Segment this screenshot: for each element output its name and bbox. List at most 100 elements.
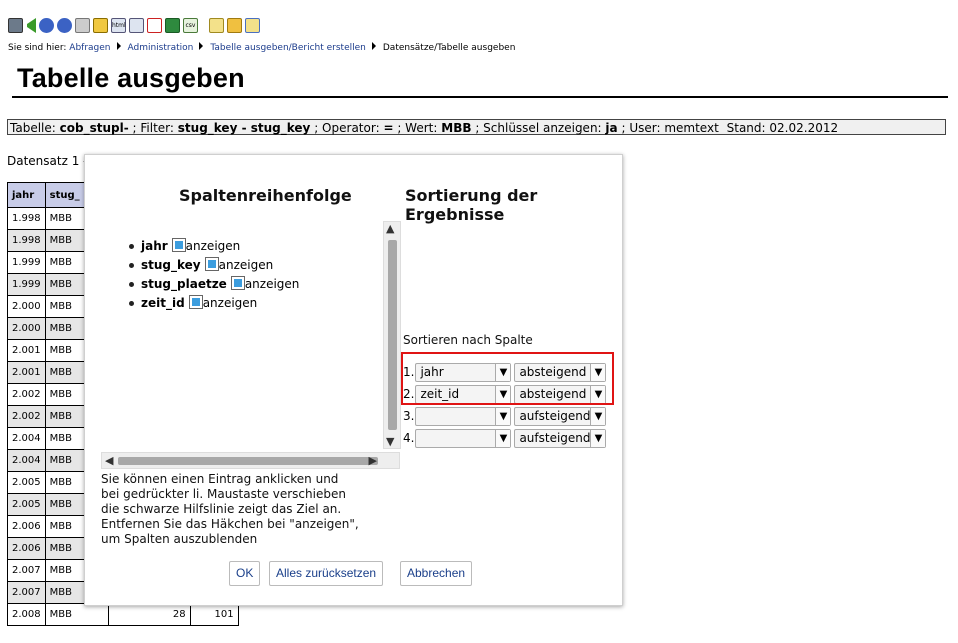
table-cell: 2.006 — [7, 537, 46, 560]
help-line: bei gedrückter li. Maustaste verschieben — [101, 487, 346, 501]
column-list-item[interactable]: stug_key anzeigen — [129, 256, 299, 275]
show-checkbox[interactable] — [171, 238, 186, 252]
table-cell: 2.000 — [7, 295, 46, 318]
table-cell: 2.004 — [7, 427, 46, 450]
sort-direction-select[interactable]: aufsteigend ▼ — [514, 406, 607, 426]
breadcrumb-link-abfragen[interactable]: Abfragen — [69, 43, 110, 53]
table-cell: 101 — [189, 603, 239, 626]
sort-title: Sortierung der Ergebnisse — [405, 186, 538, 224]
table-icon[interactable] — [93, 18, 108, 33]
record-range-label: Datensatz 1 - — [7, 154, 88, 168]
show-checkbox[interactable] — [204, 257, 219, 271]
ok-button[interactable]: OK — [229, 561, 261, 586]
sort-index: 3. — [403, 409, 415, 423]
info-value-value: MBB — [441, 121, 472, 135]
help-text: Sie können einen Eintrag anklicken und b… — [101, 472, 359, 547]
sort-row: 3. ▼ aufsteigend ▼ — [403, 406, 607, 426]
info-operator-label: ; Operator: — [314, 121, 380, 135]
column-list-item[interactable]: zeit_id anzeigen — [129, 294, 299, 313]
sort-column-select[interactable]: ▼ — [415, 406, 512, 426]
show-checkbox[interactable] — [230, 276, 245, 290]
table-cell: 2.006 — [7, 515, 46, 538]
csv-icon[interactable]: csv — [183, 18, 198, 33]
table-cell: 1.998 — [7, 207, 46, 230]
table-cell: 2.005 — [7, 493, 46, 516]
breadcrumb: Sie sind hier: Abfragen Administration Tab… — [8, 42, 515, 53]
help-line: um Spalten auszublenden — [101, 532, 258, 546]
table-cell: 28 — [107, 603, 191, 626]
column-order-list: jahr anzeigen stug_key anzeigen stug_plaetze… — [101, 223, 401, 469]
breadcrumb-arrow-icon — [371, 42, 376, 50]
sort-direction-select[interactable]: aufsteigend ▼ — [514, 428, 607, 448]
scroll-right-icon[interactable]: ▶ — [369, 454, 377, 467]
column-name: zeit_id — [141, 296, 185, 310]
table-cell: MBB — [44, 603, 109, 626]
bullet-icon — [129, 263, 134, 268]
column-list-item[interactable]: stug_plaetze anzeigen — [129, 275, 299, 294]
open-folder-icon[interactable] — [227, 18, 242, 33]
show-label: anzeigen — [218, 258, 274, 272]
column-name: jahr — [141, 239, 168, 253]
breadcrumb-link-administration[interactable]: Administration — [128, 43, 194, 53]
column-name: stug_plaetze — [141, 277, 227, 291]
breadcrumb-prefix: Sie sind hier: — [8, 43, 67, 53]
sort-direction-value: aufsteigend — [519, 430, 591, 445]
bullet-icon — [129, 244, 134, 249]
sort-by-label: Sortieren nach Spalte — [403, 333, 533, 347]
horizontal-scrollbar[interactable]: ◀ ▶ — [101, 452, 400, 469]
table-cell: 2.007 — [7, 559, 46, 582]
html-icon[interactable]: html — [111, 18, 126, 33]
info-table-value: cob_stupl- — [59, 121, 129, 135]
breadcrumb-link-tabelle-ausgeben[interactable]: Tabelle ausgeben/Bericht erstellen — [210, 43, 366, 53]
print-icon[interactable] — [8, 18, 23, 33]
table-row: 2.008 MBB 28 101 — [7, 603, 239, 626]
vertical-scrollbar[interactable]: ▲ ▼ — [383, 221, 401, 449]
reset-all-button[interactable]: Alles zurücksetzen — [269, 561, 384, 586]
info-icon[interactable] — [57, 18, 72, 33]
help-line: Sie können einen Eintrag anklicken und — [101, 472, 339, 486]
breadcrumb-arrow-icon — [199, 42, 204, 50]
info-stand-label: Stand: — [726, 121, 766, 135]
chevron-down-icon: ▼ — [590, 429, 606, 447]
info-operator-value: = — [383, 121, 394, 135]
table-cell: 2.000 — [7, 317, 46, 340]
show-checkbox[interactable] — [188, 295, 203, 309]
breadcrumb-current: Datensätze/Tabelle ausgeben — [382, 43, 516, 53]
cancel-button[interactable]: Abbrechen — [400, 561, 473, 586]
xml-icon[interactable] — [129, 18, 144, 33]
column-sort-dialog: Spaltenreihenfolge Sortierung der Ergebn… — [84, 154, 623, 606]
sort-index: 4. — [403, 431, 415, 445]
sort-direction-value: aufsteigend — [519, 408, 591, 423]
chevron-down-icon: ▼ — [495, 407, 511, 425]
pdf-icon[interactable] — [147, 18, 162, 33]
table-cell: 2.001 — [7, 361, 46, 384]
column-name: stug_key — [141, 258, 201, 272]
table-cell: 1.999 — [7, 251, 46, 274]
table-cell: 1.999 — [7, 273, 46, 296]
highlight-box — [401, 352, 614, 405]
attachment-icon[interactable] — [75, 18, 90, 33]
excel-icon[interactable] — [165, 18, 180, 33]
scroll-left-icon[interactable]: ◀ — [105, 454, 113, 467]
scroll-thumb[interactable] — [118, 457, 378, 465]
query-info-bar: Tabelle: cob_stupl- ; Filter: stug_key -… — [7, 119, 946, 135]
column-list-item[interactable]: jahr anzeigen — [129, 237, 299, 256]
edit-icon[interactable] — [209, 18, 224, 33]
sort-column-select[interactable]: ▼ — [415, 428, 512, 448]
info-key-value: ja — [605, 121, 618, 135]
toolbar: html csv — [8, 18, 260, 38]
table-cell: 2.005 — [7, 471, 46, 494]
help-icon[interactable] — [39, 18, 54, 33]
chevron-down-icon: ▼ — [495, 429, 511, 447]
scroll-up-icon[interactable]: ▲ — [386, 222, 394, 235]
back-icon[interactable] — [26, 18, 36, 33]
column-header-jahr[interactable]: jahr — [7, 182, 46, 208]
scroll-thumb[interactable] — [388, 240, 397, 430]
edit-report-icon[interactable] — [245, 18, 260, 33]
chevron-down-icon: ▼ — [590, 407, 606, 425]
info-stand-value: 02.02.2012 — [769, 121, 839, 135]
scroll-down-icon[interactable]: ▼ — [386, 435, 394, 448]
show-label: anzeigen — [244, 277, 300, 291]
breadcrumb-arrow-icon — [116, 42, 121, 50]
info-user-value: memtext — [664, 121, 719, 135]
